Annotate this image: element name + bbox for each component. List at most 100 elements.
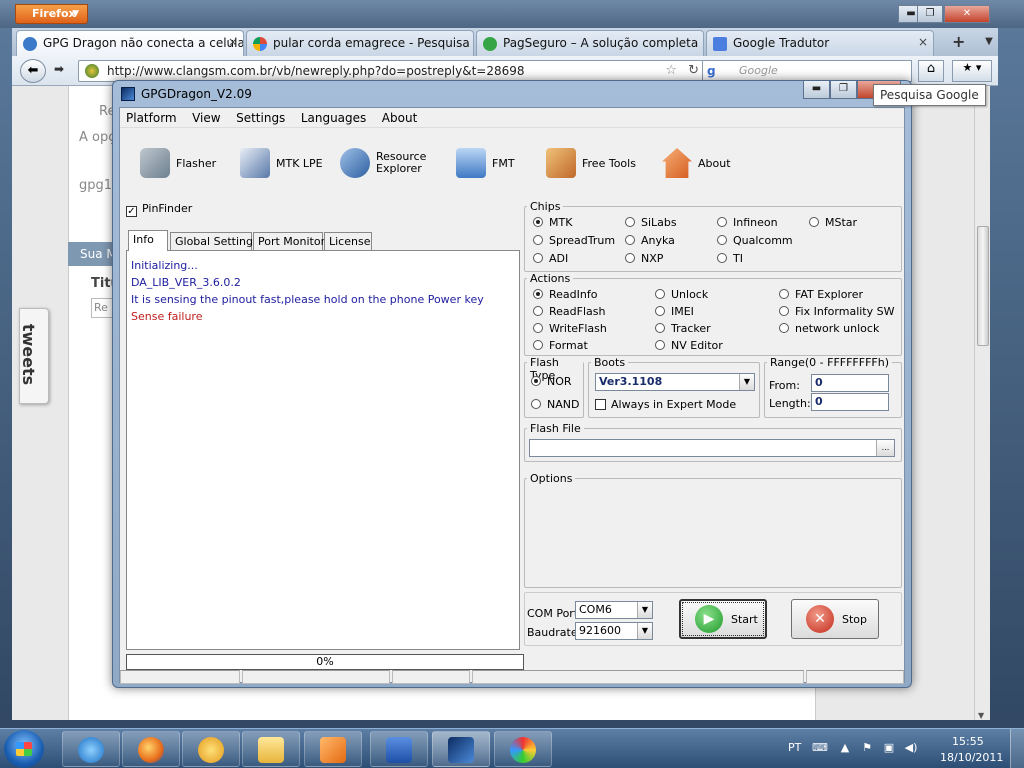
tab-pagseguro[interactable]: PagSeguro – A solução completa ... bbox=[476, 30, 704, 56]
url-bar[interactable]: http://www.clangsm.com.br/vb/newreply.ph… bbox=[78, 60, 706, 82]
tweets-tab[interactable]: tweets bbox=[19, 308, 49, 404]
maximize-button[interactable]: ❐ bbox=[830, 81, 857, 99]
radio-spreadtrum[interactable]: SpreadTrum bbox=[533, 234, 615, 247]
taskbar-explorer[interactable] bbox=[242, 731, 300, 767]
resource-explorer-button[interactable]: Resource Explorer bbox=[340, 145, 426, 181]
search-input[interactable]: g Google bbox=[702, 60, 912, 82]
back-button[interactable]: ⬅ bbox=[20, 59, 46, 83]
radio-readinfo[interactable]: ReadInfo bbox=[533, 288, 597, 301]
menu-languages[interactable]: Languages bbox=[295, 108, 372, 128]
tab-close-icon[interactable]: × bbox=[918, 35, 928, 49]
menu-view[interactable]: View bbox=[186, 108, 226, 128]
tab-google-tradutor[interactable]: Google Tradutor × bbox=[706, 30, 934, 56]
mtk-lpe-button[interactable]: MTK LPE bbox=[240, 145, 323, 181]
taskbar-ie[interactable] bbox=[62, 731, 120, 767]
taskbar-firefox[interactable] bbox=[122, 731, 180, 767]
firefox-icon bbox=[138, 737, 164, 763]
maximize-button[interactable]: ❐ bbox=[917, 5, 943, 23]
radio-mtk[interactable]: MTK bbox=[533, 216, 572, 229]
radio-adi[interactable]: ADI bbox=[533, 252, 568, 265]
taskbar-word[interactable] bbox=[370, 731, 428, 767]
network-icon[interactable]: ▣ bbox=[882, 741, 896, 755]
radio-nand[interactable]: NAND bbox=[531, 398, 579, 411]
menu-platform[interactable]: Platform bbox=[120, 108, 183, 128]
tab-info[interactable]: Info bbox=[128, 230, 168, 251]
radio-infineon[interactable]: Infineon bbox=[717, 216, 778, 229]
start-button[interactable] bbox=[4, 730, 44, 768]
keyboard-icon[interactable]: ⌨ bbox=[812, 741, 828, 755]
reload-icon[interactable]: ↻ bbox=[688, 63, 699, 78]
com-port-dropdown[interactable]: COM6 ▼ bbox=[575, 601, 653, 619]
browse-button[interactable]: ... bbox=[876, 440, 894, 456]
menu-about[interactable]: About bbox=[376, 108, 423, 128]
radio-qualcomm[interactable]: Qualcomm bbox=[717, 234, 793, 247]
flash-file-input[interactable]: ... bbox=[529, 439, 895, 457]
phone-icon bbox=[140, 148, 170, 178]
radio-mstar[interactable]: MStar bbox=[809, 216, 857, 229]
palette-icon bbox=[510, 737, 536, 763]
clock-date[interactable]: 18/10/2011 bbox=[940, 751, 1003, 764]
page-scrollbar[interactable]: ▲ ▼ bbox=[974, 86, 990, 720]
radio-writeflash[interactable]: WriteFlash bbox=[533, 322, 607, 335]
pinfinder-checkbox[interactable]: ✓ PinFinder bbox=[126, 202, 516, 226]
range-group: Range(0 - FFFFFFFFh) From: 0 Length: 0 bbox=[764, 356, 902, 418]
minimize-button[interactable]: ▬ bbox=[803, 81, 830, 99]
volume-icon[interactable]: ◀) bbox=[904, 741, 918, 755]
start-button[interactable]: ▶ Start bbox=[679, 599, 767, 639]
page-text: gpg1 bbox=[79, 178, 113, 193]
free-tools-button[interactable]: Free Tools bbox=[546, 145, 636, 181]
stop-button[interactable]: ✕ Stop bbox=[791, 599, 879, 639]
star-icon[interactable]: ☆ bbox=[665, 63, 677, 78]
baudrate-dropdown[interactable]: 921600 ▼ bbox=[575, 622, 653, 640]
radio-anyka[interactable]: Anyka bbox=[625, 234, 675, 247]
info-log[interactable]: Initializing... DA_LIB_VER_3.6.0.2 It is… bbox=[126, 250, 520, 650]
radio-nor[interactable]: NOR bbox=[531, 375, 572, 388]
scroll-thumb[interactable] bbox=[977, 226, 989, 346]
new-tab-button[interactable]: + bbox=[952, 32, 965, 51]
tab-list-button[interactable]: ▼ bbox=[978, 30, 1000, 54]
radio-nxp[interactable]: NXP bbox=[625, 252, 663, 265]
resize-grip[interactable] bbox=[806, 670, 904, 684]
language-indicator[interactable]: PT bbox=[788, 741, 801, 754]
forward-button[interactable]: ➡ bbox=[49, 62, 69, 80]
fmt-button[interactable]: FMT bbox=[456, 145, 515, 181]
show-desktop-button[interactable] bbox=[1010, 729, 1024, 768]
radio-imei[interactable]: IMEI bbox=[655, 305, 694, 318]
taskbar-paint[interactable] bbox=[494, 731, 552, 767]
home-button[interactable]: ⌂ bbox=[918, 60, 944, 82]
radio-format[interactable]: Format bbox=[533, 339, 588, 352]
taskbar-media-player[interactable] bbox=[304, 731, 362, 767]
boots-dropdown[interactable]: Ver3.1108 ▼ bbox=[595, 373, 755, 391]
radio-unlock[interactable]: Unlock bbox=[655, 288, 708, 301]
tab-pular-corda[interactable]: pular corda emagrece - Pesquisa ... bbox=[246, 30, 474, 56]
range-length-input[interactable]: 0 bbox=[811, 393, 889, 411]
tab-close-icon[interactable]: × bbox=[228, 35, 238, 49]
menu-settings[interactable]: Settings bbox=[230, 108, 291, 128]
radio-fat-explorer[interactable]: FAT Explorer bbox=[779, 288, 863, 301]
radio-ti[interactable]: TI bbox=[717, 252, 743, 265]
radio-network-unlock[interactable]: network unlock bbox=[779, 322, 879, 335]
about-button[interactable]: About bbox=[662, 145, 731, 181]
window-client: Platform View Settings Languages About F… bbox=[119, 107, 905, 684]
radio-silabs[interactable]: SiLabs bbox=[625, 216, 677, 229]
firefox-menu-button[interactable]: Firefox ▼ bbox=[15, 4, 88, 24]
dragon-icon bbox=[121, 87, 135, 101]
tab-gpg-dragon[interactable]: GPG Dragon não conecta a celula... × bbox=[16, 30, 244, 57]
radio-nv-editor[interactable]: NV Editor bbox=[655, 339, 723, 352]
bookmarks-button[interactable]: ★ ▾ bbox=[952, 60, 992, 82]
close-button[interactable]: ✕ bbox=[944, 5, 990, 23]
range-from-input[interactable]: 0 bbox=[811, 374, 889, 392]
taskbar-oi[interactable] bbox=[182, 731, 240, 767]
radio-fix-informality-sw[interactable]: Fix Informality SW bbox=[779, 305, 894, 318]
chevron-up-icon[interactable]: ▲ bbox=[838, 741, 852, 755]
tab-license[interactable]: License bbox=[324, 232, 372, 250]
tab-global-settings[interactable]: Global Settings bbox=[170, 232, 259, 250]
tab-port-monitor[interactable]: Port Monitor bbox=[253, 232, 325, 250]
expert-mode-checkbox[interactable]: Always in Expert Mode bbox=[595, 398, 736, 411]
radio-readflash[interactable]: ReadFlash bbox=[533, 305, 605, 318]
flag-icon[interactable]: ⚑ bbox=[860, 741, 874, 755]
radio-tracker[interactable]: Tracker bbox=[655, 322, 711, 335]
taskbar-gpgdragon[interactable] bbox=[432, 731, 490, 767]
clock-time[interactable]: 15:55 bbox=[952, 735, 984, 748]
flasher-button[interactable]: Flasher bbox=[140, 145, 216, 181]
